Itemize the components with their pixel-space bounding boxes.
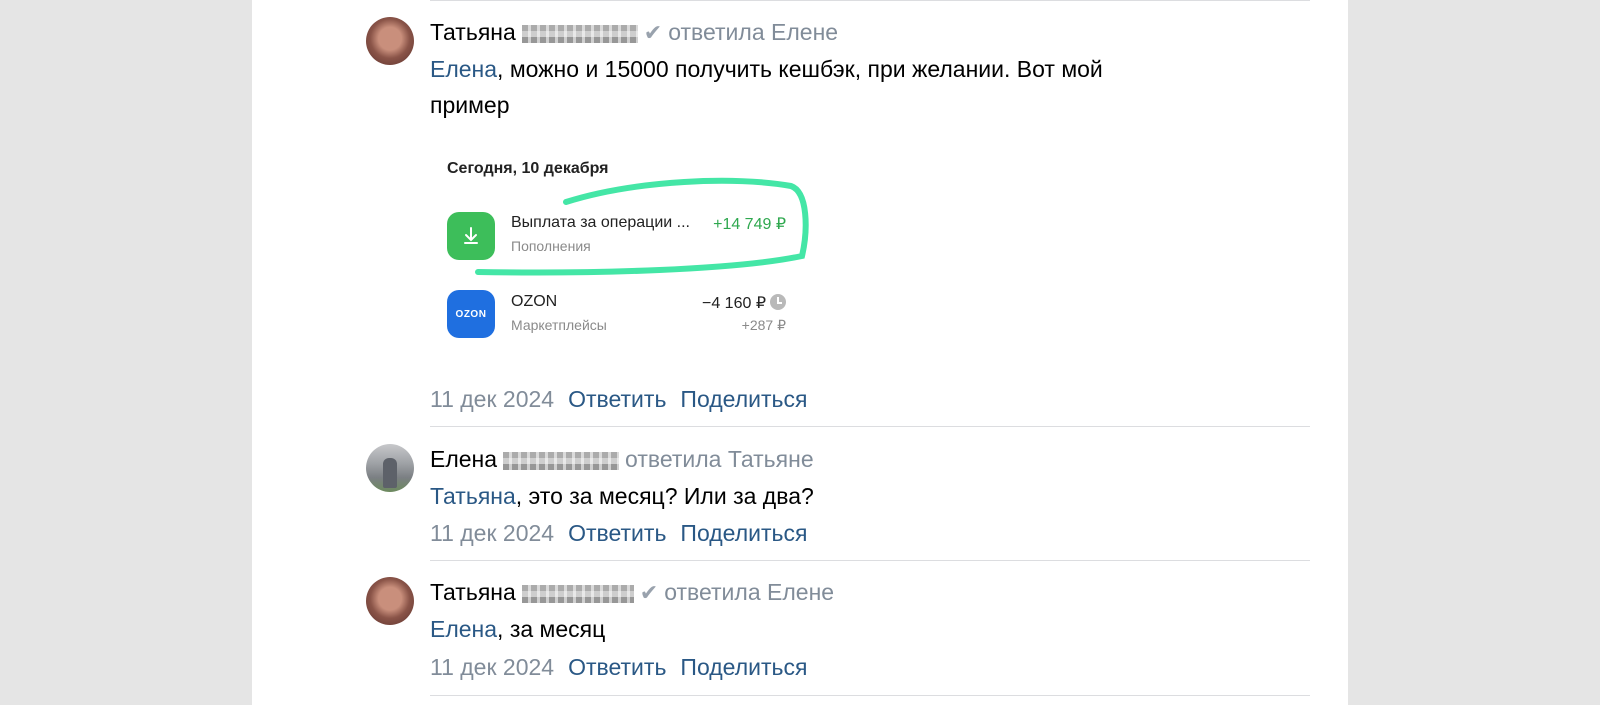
mention-link[interactable]: Елена [430, 616, 497, 642]
divider [430, 560, 1310, 561]
reply-to-label[interactable]: ответила Татьяне [625, 446, 814, 472]
comment-text: Елена, за месяц [430, 611, 1290, 647]
comment-meta: 11 дек 2024 Ответить Поделиться [430, 518, 821, 548]
attached-image[interactable]: Сегодня, 10 декабря Выплата за операции … [436, 150, 826, 360]
reply-to-label[interactable]: ответила Елене [664, 579, 834, 605]
divider [430, 426, 1310, 427]
comment-text-part: , это за месяц? Или за два? [515, 483, 814, 509]
cashback-amount: +287 ₽ [741, 317, 786, 333]
author-name[interactable]: Татьяна [430, 579, 516, 605]
comment-header: Татьяна ✔ ответила Елене [430, 577, 834, 607]
mention-link[interactable]: Татьяна [430, 483, 516, 509]
share-button[interactable]: Поделиться [680, 520, 807, 546]
comment-text: Татьяна, это за месяц? Или за два? [430, 478, 1290, 514]
verified-check-icon: ✔ [639, 580, 659, 605]
author-name[interactable]: Елена [430, 446, 497, 472]
clock-icon [770, 294, 786, 310]
comment-meta: 11 дек 2024 Ответить Поделиться [430, 652, 821, 682]
reply-button[interactable]: Ответить [568, 386, 666, 412]
comment-header: Елена ответила Татьяне [430, 444, 814, 474]
divider [430, 0, 1310, 1]
divider [430, 695, 1310, 696]
ozon-logo-text: OZON [455, 308, 487, 320]
comment-date[interactable]: 11 дек 2024 [430, 386, 554, 412]
highlight-stroke [475, 177, 809, 276]
verified-check-icon: ✔ [643, 20, 663, 45]
avatar[interactable] [366, 577, 414, 625]
reply-to-label[interactable]: ответила Елене [668, 19, 838, 45]
blurred-surname [521, 584, 634, 603]
transaction-category: Маркетплейсы [511, 317, 607, 333]
reply-button[interactable]: Ответить [568, 520, 666, 546]
share-button[interactable]: Поделиться [680, 386, 807, 412]
avatar[interactable] [366, 444, 414, 492]
share-button[interactable]: Поделиться [680, 654, 807, 680]
author-name[interactable]: Татьяна [430, 19, 516, 45]
comment-text-part: пример [430, 92, 510, 118]
reply-button[interactable]: Ответить [568, 654, 666, 680]
comment-text: Елена, можно и 15000 получить кешбэк, пр… [430, 51, 1290, 123]
mention-link[interactable]: Елена [430, 56, 497, 82]
ozon-logo: OZON [447, 290, 495, 338]
comment-text-part: , за месяц [497, 616, 606, 642]
transaction-amount-value: −4 160 ₽ [701, 295, 766, 312]
blurred-surname [503, 451, 620, 470]
comment-date[interactable]: 11 дек 2024 [430, 520, 554, 546]
comment-header: Татьяна ✔ ответила Елене [430, 17, 838, 47]
avatar[interactable] [366, 17, 414, 65]
transaction-title: OZON [511, 293, 558, 310]
comment-date[interactable]: 11 дек 2024 [430, 654, 554, 680]
transaction-amount: −4 160 ₽ [702, 293, 786, 313]
comment-meta: 11 дек 2024 Ответить Поделиться [430, 384, 821, 414]
blurred-surname [521, 24, 638, 43]
comment-text-part: , можно и 15000 получить кешбэк, при жел… [497, 56, 1103, 82]
